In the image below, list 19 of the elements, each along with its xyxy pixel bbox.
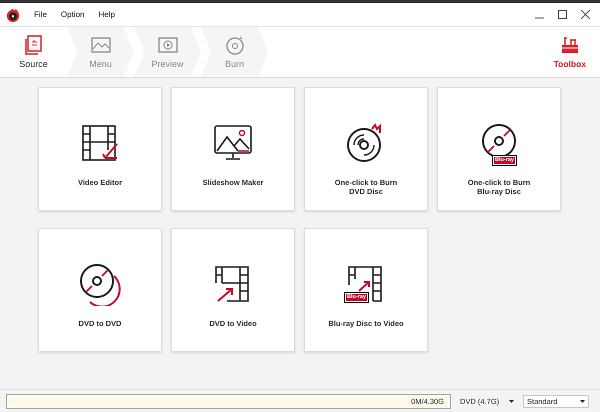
disc-icon xyxy=(224,35,244,55)
menu-item[interactable]: Help xyxy=(98,10,115,19)
monitor-picture-icon xyxy=(214,125,252,161)
close-icon[interactable] xyxy=(581,10,590,19)
film-icon xyxy=(347,265,385,303)
disc-copy-icon xyxy=(78,262,122,306)
film-pencil-icon xyxy=(81,124,119,162)
caret-icon xyxy=(580,400,585,402)
document-icon xyxy=(24,35,44,55)
toolbox-button[interactable]: Toolbox xyxy=(540,27,600,77)
menu-item[interactable]: Option xyxy=(60,10,84,19)
toolbox-icon xyxy=(560,35,580,55)
menu-item[interactable]: File xyxy=(34,10,47,19)
picture-icon xyxy=(90,35,110,55)
maximize-icon[interactable] xyxy=(558,10,567,19)
app-logo-icon xyxy=(6,8,20,22)
caret-icon xyxy=(509,400,514,402)
arrow-film-icon xyxy=(214,265,252,303)
play-screen-icon xyxy=(158,35,178,55)
